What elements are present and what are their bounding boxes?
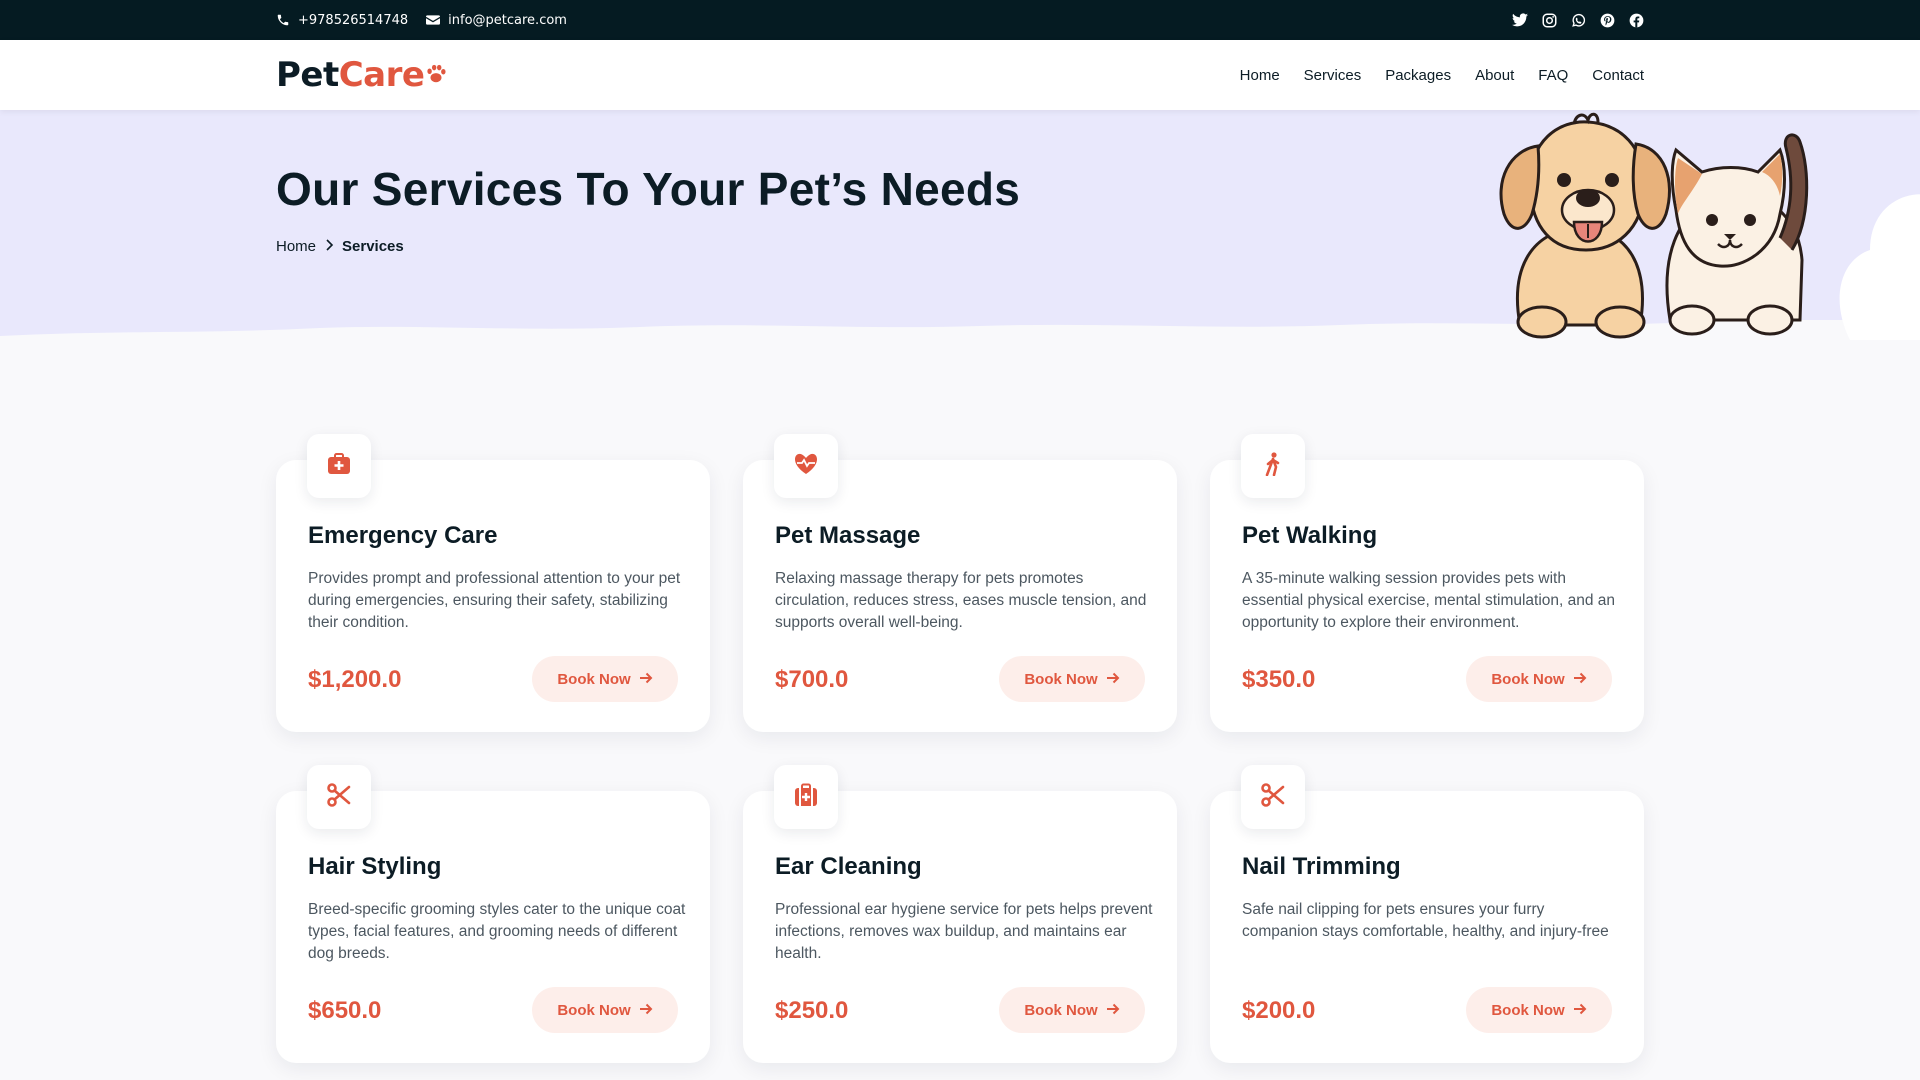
nav-about[interactable]: About [1475,67,1514,84]
arrow-right-icon [1573,671,1587,688]
cloud-decoration [1839,194,1920,340]
arrow-right-icon [1106,1002,1120,1019]
service-title: Emergency Care [308,522,498,549]
contact-info: +978526514748 info@petcare.com [276,0,567,40]
service-description: Relaxing massage therapy for pets promot… [775,570,1147,631]
email-address: info@petcare.com [448,12,567,28]
arrow-right-icon [1106,671,1120,688]
service-card-pet-massage: Pet Massage Relaxing massage therapy for… [743,434,1177,732]
heart-pulse-icon [793,453,819,479]
breadcrumb-current: Services [342,238,404,255]
service-description: Provides prompt and professional attenti… [308,570,681,631]
book-now-label: Book Now [1024,670,1098,688]
service-card-ear-cleaning: Ear Cleaning Professional ear hygiene se… [743,765,1177,1063]
service-icon-box [1241,765,1305,829]
nav-faq[interactable]: FAQ [1538,67,1568,84]
service-icon-box [307,765,371,829]
book-now-label: Book Now [557,670,631,688]
service-price: $350.0 [1242,666,1316,693]
pinterest-icon[interactable] [1600,13,1615,28]
dog-and-cat-illustration [1499,112,1809,339]
service-price: $200.0 [1242,997,1316,1024]
twitter-icon[interactable] [1512,13,1528,27]
service-title: Pet Massage [775,522,921,549]
service-title: Nail Trimming [1242,853,1401,880]
service-description: Breed-specific grooming styles cater to … [308,901,686,962]
petcare-logo[interactable]: Pet Care [276,52,447,98]
envelope-icon [426,14,441,26]
breadcrumb-home[interactable]: Home [276,238,316,255]
paw-icon [425,55,447,95]
breadcrumb: Home Services [276,238,404,255]
logo-care-text: Care [338,55,425,95]
top-bar: +978526514748 info@petcare.com [0,0,1920,40]
arrow-right-icon [1573,1002,1587,1019]
walking-person-icon [1264,452,1282,480]
service-description: A 35-minute walking session provides pet… [1242,570,1616,631]
facebook-icon[interactable] [1629,13,1644,28]
whatsapp-icon[interactable] [1571,13,1586,28]
service-description: Safe nail clipping for pets ensures your… [1242,901,1609,940]
medical-bag-icon [794,783,818,811]
phone-link[interactable]: +978526514748 [276,13,408,28]
main-navbar: Pet Care Home Services Packages About FA… [0,40,1920,110]
social-links [1512,0,1644,40]
service-card-emergency-care: Emergency Care Provides prompt and profe… [276,434,710,732]
service-title: Hair Styling [308,853,442,880]
service-icon-box [1241,434,1305,498]
book-now-button[interactable]: Book Now [532,987,678,1033]
book-now-button[interactable]: Book Now [999,987,1145,1033]
service-title: Pet Walking [1242,522,1378,549]
book-now-button[interactable]: Book Now [1466,987,1612,1033]
page-title: Our Services To Your Pet’s Needs [276,163,1021,215]
nav-packages[interactable]: Packages [1385,67,1451,84]
nav-menu: Home Services Packages About FAQ Contact [1240,40,1644,110]
book-now-label: Book Now [1491,1001,1565,1019]
nav-services[interactable]: Services [1304,67,1362,84]
chevron-right-icon [324,238,334,255]
email-link[interactable]: info@petcare.com [426,13,567,28]
service-price: $1,200.0 [308,666,402,693]
service-card-pet-walking: Pet Walking A 35-minute walking session … [1210,434,1644,732]
service-price: $650.0 [308,997,382,1024]
scissors-icon [1261,783,1285,811]
logo-pet-text: Pet [276,55,339,95]
service-icon-box [774,434,838,498]
book-now-button[interactable]: Book Now [999,656,1145,702]
nav-contact[interactable]: Contact [1592,67,1644,84]
book-now-button[interactable]: Book Now [532,656,678,702]
first-aid-kit-icon [327,453,351,479]
service-price: $700.0 [775,666,849,693]
service-description: Professional ear hygiene service for pet… [775,901,1153,962]
book-now-button[interactable]: Book Now [1466,656,1612,702]
nav-home[interactable]: Home [1240,67,1280,84]
service-icon-box [774,765,838,829]
book-now-label: Book Now [557,1001,631,1019]
scissors-icon [327,783,351,811]
arrow-right-icon [639,671,653,688]
instagram-icon[interactable] [1542,13,1557,28]
service-price: $250.0 [775,997,849,1024]
book-now-label: Book Now [1491,670,1565,688]
service-card-hair-styling: Hair Styling Breed-specific grooming sty… [276,765,710,1063]
service-card-nail-trimming: Nail Trimming Safe nail clipping for pet… [1210,765,1644,1063]
book-now-label: Book Now [1024,1001,1098,1019]
arrow-right-icon [639,1002,653,1019]
service-icon-box [307,434,371,498]
phone-icon [276,13,290,27]
service-title: Ear Cleaning [775,853,922,880]
phone-number: +978526514748 [298,12,409,28]
